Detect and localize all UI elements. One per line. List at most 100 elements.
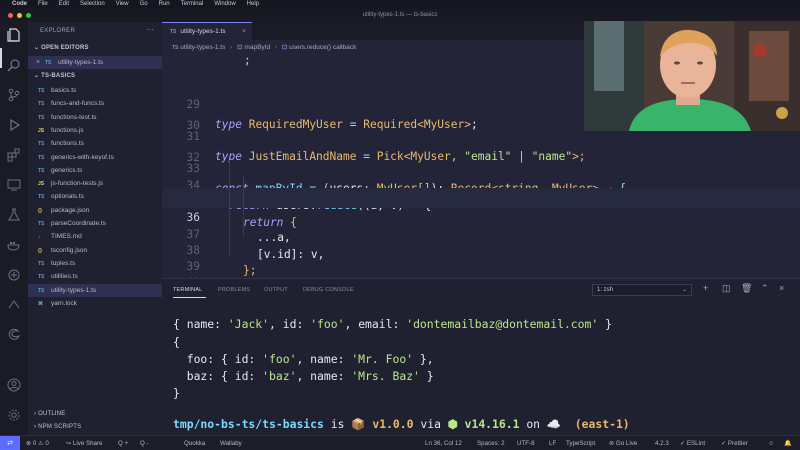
encoding-status[interactable]: UTF-8 <box>517 436 535 450</box>
search-icon[interactable] <box>6 58 22 74</box>
more-actions-icon[interactable]: ··· <box>146 25 154 34</box>
live-share-icon[interactable] <box>6 268 22 284</box>
minimize-window-button[interactable] <box>17 13 22 18</box>
tab-problems[interactable]: PROBLEMS <box>218 287 250 293</box>
file-item[interactable]: TS utilities.ts <box>28 270 162 283</box>
file-name: functions.ts <box>51 140 84 148</box>
breadcrumb-callback[interactable]: users.reduce() callback <box>289 44 356 51</box>
file-item[interactable]: JS functions.js <box>28 124 162 137</box>
trash-icon[interactable]: 🗑 <box>741 283 752 294</box>
project-folder-header[interactable]: ⌄ TS-BASICS <box>34 72 75 79</box>
menu-window[interactable]: Window <box>214 0 235 9</box>
go-live-label: Go Live <box>615 440 638 447</box>
tab-output[interactable]: OUTPUT <box>264 287 288 293</box>
testing-icon[interactable] <box>6 208 22 224</box>
close-tab-icon[interactable]: × <box>242 23 246 40</box>
file-item[interactable]: TS utility-types-1.ts <box>28 283 162 297</box>
close-icon[interactable]: × <box>36 56 40 69</box>
terminal-text: , email: <box>344 317 407 331</box>
quokka-stop[interactable]: Q - <box>140 436 149 450</box>
file-type-icon: TS <box>38 274 45 281</box>
open-editor-item[interactable]: × TS utility-types-1.ts <box>28 56 162 69</box>
file-item[interactable]: TS generics-with-keyof.ts <box>28 151 162 164</box>
terminal-select[interactable]: 1: zsh ⌄ <box>592 284 692 296</box>
check-icon: ✓ <box>721 440 728 447</box>
file-name: tuples.ts <box>51 259 76 267</box>
language-status[interactable]: TypeScript <box>566 436 595 450</box>
notifications-icon[interactable]: 🔔 <box>784 436 792 450</box>
go-live-status[interactable]: ⊚ Go Live <box>609 436 637 450</box>
breadcrumb-symbol[interactable]: mapById <box>244 44 270 51</box>
menu-view[interactable]: View <box>116 0 129 9</box>
prettier-label: Prettier <box>727 440 748 447</box>
menu-app[interactable]: Code <box>12 0 27 9</box>
tab-debug-console[interactable]: DEBUG CONSOLE <box>303 287 354 293</box>
menu-run[interactable]: Run <box>159 0 170 9</box>
quokka-status[interactable]: Quokka <box>184 436 205 450</box>
file-item[interactable]: TS generics.ts <box>28 164 162 177</box>
file-type-icon: TS <box>38 167 45 174</box>
file-item[interactable]: TS optionals.ts <box>28 190 162 203</box>
new-terminal-icon[interactable]: + <box>703 283 708 293</box>
file-name: basics.ts <box>51 87 77 94</box>
file-name: functions.js <box>51 126 84 134</box>
file-item[interactable]: TS tuples.ts <box>28 257 162 270</box>
menu-help[interactable]: Help <box>247 0 259 9</box>
file-item[interactable]: TS functions.ts <box>28 137 162 150</box>
open-editors-header[interactable]: ⌄ OPEN EDITORS <box>34 44 89 51</box>
breadcrumb-file[interactable]: utility-types-1.ts <box>180 44 225 51</box>
menu-edit[interactable]: Edit <box>59 0 69 9</box>
npm-scripts-header[interactable]: › NPM SCRIPTS <box>34 424 81 430</box>
tab-terminal[interactable]: TERMINAL <box>173 287 202 293</box>
zoom-window-button[interactable] <box>26 13 31 18</box>
remote-indicator-icon[interactable]: ⇄ <box>0 436 20 450</box>
extensions-icon[interactable] <box>6 148 22 164</box>
wallaby-status[interactable]: Wallaby <box>220 436 242 450</box>
live-share-status[interactable]: ↪ Live Share <box>66 436 103 450</box>
file-type-icon: ↓ <box>38 234 41 241</box>
file-item[interactable]: ⌘ yarn.lock <box>28 297 162 310</box>
file-item[interactable]: TS parseCoordinate.ts <box>28 217 162 230</box>
close-icon[interactable]: × <box>779 283 784 293</box>
file-item[interactable]: TS basics.ts <box>28 84 162 97</box>
file-item[interactable]: JS js-function-tests.js <box>28 177 162 190</box>
edge-icon[interactable] <box>6 328 22 344</box>
remote-explorer-icon[interactable] <box>6 178 22 194</box>
file-item[interactable]: TS functions-test.ts <box>28 111 162 124</box>
prettier-status[interactable]: ✓ Prettier <box>721 436 748 450</box>
file-item[interactable]: ↓ TIMES.md <box>28 230 162 243</box>
outline-header[interactable]: › OUTLINE <box>34 411 65 417</box>
file-item[interactable]: {} package.json <box>28 204 162 217</box>
docker-icon[interactable] <box>6 238 22 254</box>
gear-icon[interactable] <box>6 408 22 424</box>
remote-icon[interactable] <box>6 298 22 314</box>
file-item[interactable]: {} tsconfig.json <box>28 244 162 257</box>
indentation-status[interactable]: Spaces: 2 <box>477 436 505 450</box>
file-item[interactable]: TS funcs-and-funcs.ts <box>28 97 162 110</box>
run-debug-icon[interactable] <box>6 118 22 134</box>
close-window-button[interactable] <box>8 13 13 18</box>
tab-utility-types[interactable]: TS utility-types-1.ts × <box>162 22 252 40</box>
cursor-position[interactable]: Ln 36, Col 12 <box>425 436 462 450</box>
indent-guide <box>229 160 230 256</box>
menu-selection[interactable]: Selection <box>80 0 105 9</box>
source-control-icon[interactable] <box>6 88 22 104</box>
file-name: generics-with-keyof.ts <box>51 153 114 161</box>
split-terminal-icon[interactable]: ◫ <box>722 283 731 294</box>
explorer-icon[interactable] <box>6 28 22 44</box>
quokka-start[interactable]: Q + <box>118 436 128 450</box>
menu-go[interactable]: Go <box>140 0 148 9</box>
menu-terminal[interactable]: Terminal <box>181 0 204 9</box>
problems-status[interactable]: ⊗ 0 ⚠ 0 <box>26 436 49 450</box>
menu-file[interactable]: File <box>38 0 48 9</box>
account-icon[interactable] <box>6 378 22 394</box>
eslint-status[interactable]: ✓ ESLint <box>680 436 705 450</box>
eol-status[interactable]: LF <box>549 436 556 450</box>
terminal-prompt[interactable]: tmp/no-bs-ts/ts-basics is 📦 v1.0.0 via ⬢… <box>173 417 630 431</box>
maximize-panel-icon[interactable]: ⌃ <box>761 283 769 294</box>
terminal-output-line: baz: { id: 'baz', name: 'Mrs. Baz' } <box>173 369 434 383</box>
ts-version[interactable]: 4.2.3 <box>655 436 669 450</box>
file-name: funcs-and-funcs.ts <box>51 100 105 108</box>
project-label: TS-BASICS <box>41 73 76 79</box>
feedback-icon[interactable]: ☺ <box>768 436 774 450</box>
